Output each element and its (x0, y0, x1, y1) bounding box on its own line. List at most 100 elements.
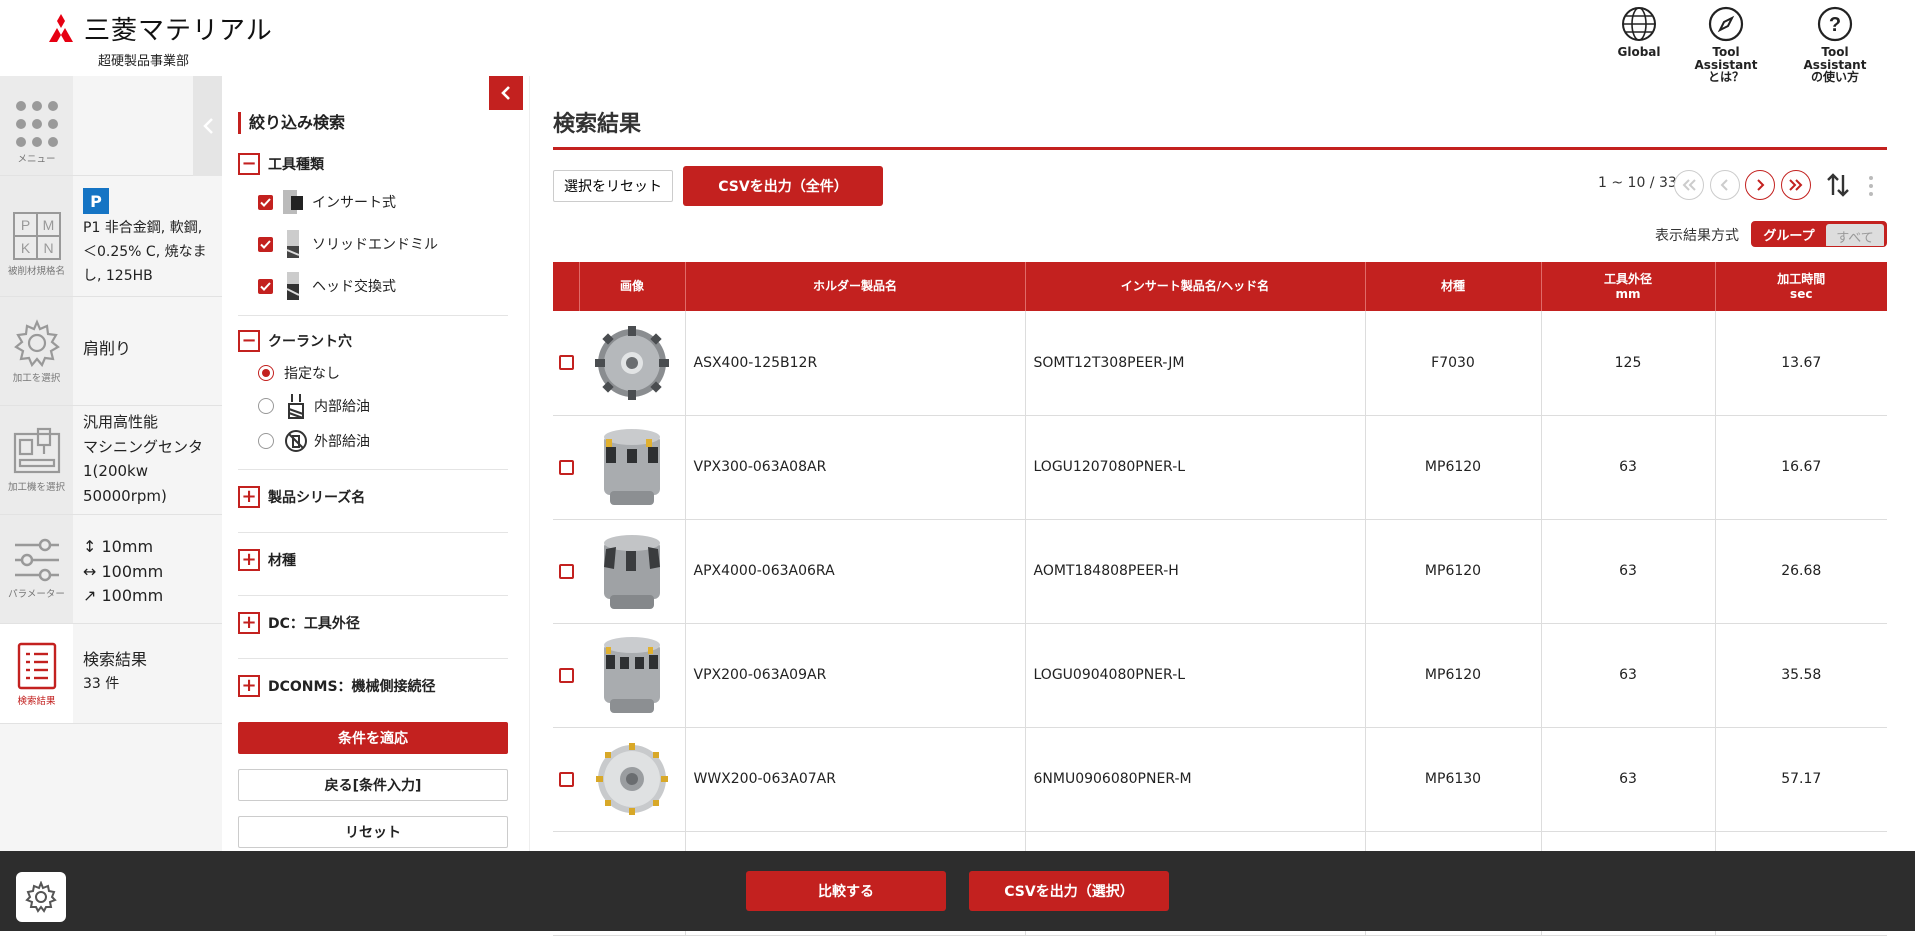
row-select-cell[interactable] (553, 623, 579, 728)
nav-collapse-toggle[interactable] (193, 76, 222, 176)
company-logo[interactable]: 三菱マテリアル (44, 10, 273, 47)
parameter-icon-cell[interactable]: パラメーター (0, 515, 73, 623)
results-icon-cell[interactable]: 検索結果 (0, 624, 73, 723)
close-filter-button[interactable] (489, 76, 523, 110)
material-icon-cell[interactable]: P M K N 被削材規格名 (0, 176, 73, 296)
time-column-header[interactable]: 加工時間 sec (1715, 262, 1887, 311)
csv-export-all-button[interactable]: CSVを出力（全件） (683, 166, 883, 206)
table-row[interactable]: WWX200-063A07AR 6NMU0906080PNER-M MP6130… (553, 727, 1887, 832)
back-to-input-button[interactable]: 戻る[条件入力] (238, 769, 508, 801)
shoulder-mill-cutter-image (603, 535, 660, 609)
sort-arrows-icon (1827, 173, 1849, 197)
more-options-button[interactable] (1867, 175, 1875, 201)
grade-column-header[interactable]: 材種 (1365, 262, 1542, 311)
tool-image-cell (579, 727, 686, 832)
holder-cell: WWX200-063A07AR (685, 727, 1026, 832)
series-section[interactable]: + 製品シリーズ名 (238, 486, 365, 508)
insert-column-header[interactable]: インサート製品名/ヘッド名 (1025, 262, 1366, 311)
global-button[interactable]: Global (1594, 6, 1684, 59)
row-checkbox[interactable] (558, 667, 574, 683)
next-page-button[interactable] (1745, 170, 1775, 200)
checkbox-checked-icon[interactable] (258, 194, 273, 210)
coolant-section[interactable]: − クーラント穴 (238, 330, 352, 352)
first-page-button[interactable] (1674, 170, 1704, 200)
row-select-cell[interactable] (553, 311, 579, 416)
table-row[interactable]: APX4000-063A06RA AOMT184808PEER-H MP6120… (553, 519, 1887, 624)
app-header: 三菱マテリアル 超硬製品事業部 Global Tool Assistant とは… (0, 0, 1915, 83)
settings-button[interactable] (16, 872, 66, 922)
tool-option-head-exchange[interactable]: ヘッド交換式 (258, 271, 396, 301)
table-row[interactable]: ASX400-125B12R SOMT12T308PEER-JM F7030 1… (553, 311, 1887, 416)
grade-section[interactable]: + 材種 (238, 549, 296, 571)
expand-plus-icon[interactable]: + (238, 612, 260, 634)
filter-divider (238, 658, 508, 659)
display-mode-toggle[interactable]: グループ すべて (1751, 221, 1887, 247)
expand-plus-icon[interactable]: + (238, 486, 260, 508)
last-page-button[interactable] (1781, 170, 1811, 200)
row-checkbox[interactable] (558, 459, 574, 475)
row-select-cell[interactable] (553, 519, 579, 624)
display-mode-label: 表示結果方式 (1655, 228, 1739, 244)
results-caption: 検索結果 (17, 696, 56, 707)
row-select-cell[interactable] (553, 727, 579, 832)
coolant-option-external[interactable]: 外部給油 (258, 429, 370, 453)
expand-plus-icon[interactable]: + (238, 675, 260, 697)
time-cell: 57.17 (1715, 727, 1887, 832)
process-icon-cell[interactable]: 加工を選択 (0, 297, 73, 405)
expand-plus-icon[interactable]: + (238, 549, 260, 571)
checkbox-checked-icon[interactable] (258, 278, 273, 294)
diameter-cell: 63 (1541, 727, 1716, 832)
reset-filter-button[interactable]: リセット (238, 816, 508, 848)
reset-selection-button[interactable]: 選択をリセット (553, 170, 673, 202)
how-to-use-button[interactable]: ? Tool Assistant の使い方 (1790, 6, 1880, 84)
nav-results[interactable]: 検索結果 検索結果 33 件 (0, 624, 222, 724)
nav-material[interactable]: P M K N 被削材規格名 P P1 非合金鋼, 軟鋼, ＜0.25% C, … (0, 176, 222, 297)
machine-icon-cell[interactable]: 加工機を選択 (0, 406, 73, 514)
diameter-column-header[interactable]: 工具外径 mm (1541, 262, 1716, 311)
coolant-option-none[interactable]: 指定なし (258, 363, 340, 383)
mode-all-option[interactable]: すべて (1826, 224, 1884, 246)
material-line-1: P1 非合金鋼, 軟鋼, (83, 220, 203, 236)
about-tool-assistant-button[interactable]: Tool Assistant とは？ (1681, 6, 1771, 84)
row-checkbox[interactable] (558, 563, 574, 579)
chevron-right-icon (1757, 179, 1765, 191)
csv-export-selected-button[interactable]: CSVを出力（選択） (969, 871, 1169, 911)
dconms-section[interactable]: + DCONMS：機械側接続径 (238, 675, 436, 697)
three-diamonds-logo-icon (49, 13, 73, 42)
menu-icon-cell[interactable]: メニュー (0, 76, 73, 175)
row-checkbox[interactable] (558, 355, 574, 371)
radio-unselected-icon[interactable] (258, 398, 274, 414)
collapse-minus-icon[interactable]: − (238, 153, 260, 175)
checkbox-checked-icon[interactable] (258, 236, 273, 252)
sort-button[interactable] (1825, 172, 1851, 202)
param-text: ↕ 10mm ↔ 100mm ↗ 100mm (83, 535, 163, 609)
nav-process[interactable]: 加工を選択 肩削り (0, 297, 222, 406)
param-caption: パラメーター (8, 589, 65, 600)
nav-parameters[interactable]: パラメーター ↕ 10mm ↔ 100mm ↗ 100mm (0, 515, 222, 624)
apply-conditions-button[interactable]: 条件を適応 (238, 722, 508, 754)
compare-button[interactable]: 比較する (746, 871, 946, 911)
radio-unselected-icon[interactable] (258, 433, 274, 449)
tool-option-insert[interactable]: インサート式 (258, 188, 396, 216)
collapse-minus-icon[interactable]: − (238, 330, 260, 352)
row-select-cell[interactable] (553, 415, 579, 520)
mode-group-option[interactable]: グループ (1752, 222, 1826, 246)
gear-icon (13, 319, 60, 367)
tool-option-solid-endmill[interactable]: ソリッドエンドミル (258, 229, 438, 259)
tool-type-section[interactable]: − 工具種類 (238, 153, 324, 175)
holder-column-header[interactable]: ホルダー製品名 (685, 262, 1026, 311)
nav-machine[interactable]: 加工機を選択 汎用高性能 マシニングセンタ 1(200kw 50000rpm) (0, 406, 222, 515)
table-row[interactable]: VPX300-063A08AR LOGU1207080PNER-L MP6120… (553, 415, 1887, 520)
grade-cell: MP6130 (1365, 727, 1542, 832)
radio-selected-icon[interactable] (258, 365, 274, 381)
table-row[interactable]: VPX200-063A09AR LOGU0904080PNER-L MP6120… (553, 623, 1887, 728)
diameter-header-label: 工具外径 (1603, 271, 1652, 286)
prev-page-button[interactable] (1710, 170, 1740, 200)
shoulder-mill-cutter-image (603, 637, 660, 713)
dc-section[interactable]: + DC：工具外径 (238, 612, 360, 634)
pmkn-grid-icon: P M K N (12, 212, 61, 260)
coolant-option-internal[interactable]: 内部給油 (258, 392, 370, 420)
nav-menu[interactable]: メニュー (0, 76, 222, 176)
svg-text:N: N (43, 240, 53, 256)
row-checkbox[interactable] (558, 771, 574, 787)
